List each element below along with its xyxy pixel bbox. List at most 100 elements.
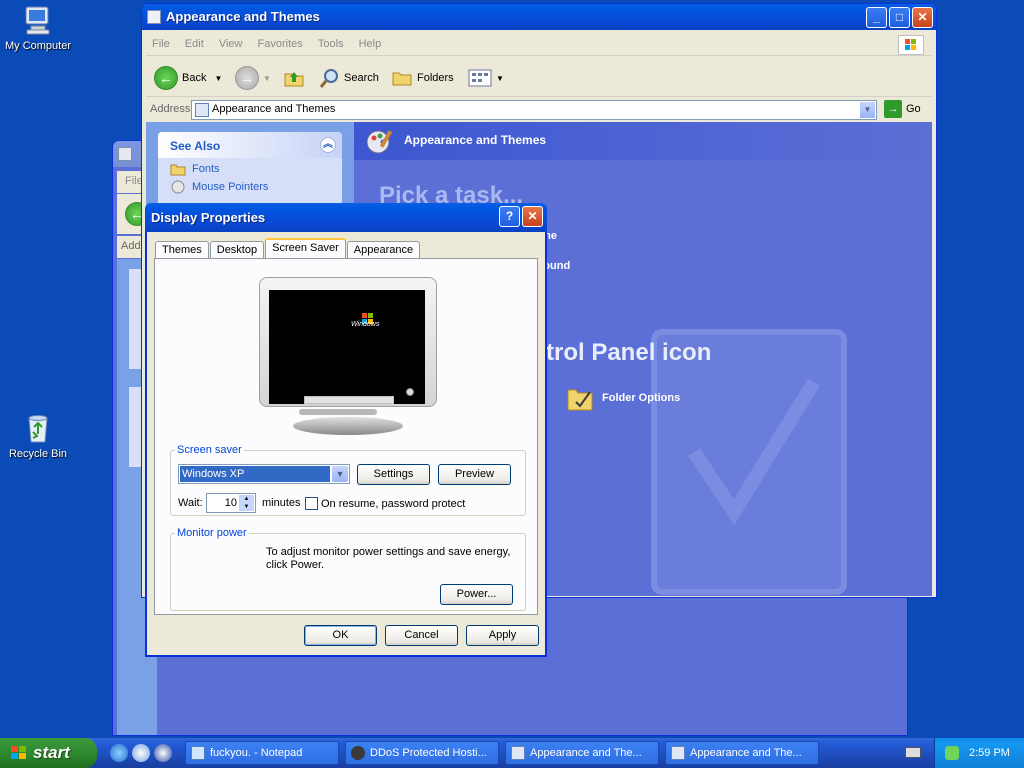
minimize-button[interactable]: _ — [866, 7, 887, 28]
password-protect-label: On resume, password protect — [321, 498, 466, 510]
display-properties-dialog[interactable]: Display Properties ? ✕ Themes Desktop Sc… — [145, 203, 547, 657]
taskbar-button-appearance-1[interactable]: Appearance and The... — [505, 741, 659, 765]
spin-up-icon[interactable]: ▲ — [239, 495, 254, 503]
task-label: Appearance and The... — [530, 747, 642, 759]
menu-tools[interactable]: Tools — [312, 34, 350, 54]
recycle-bin-icon — [22, 412, 54, 444]
outlook-express-icon[interactable] — [132, 744, 150, 762]
see-also-panel: See Also ︽ Fonts Mouse Pointers — [158, 132, 342, 204]
keyboard-icon[interactable] — [905, 747, 921, 758]
dropdown-arrow-icon: ▼ — [263, 73, 271, 83]
taskbar-button-notepad[interactable]: fuckyou. - Notepad — [185, 741, 339, 765]
go-label: Go — [906, 103, 921, 115]
back-label: Back — [182, 72, 207, 84]
forward-arrow-icon: → — [235, 66, 259, 90]
start-button[interactable]: start — [0, 738, 97, 768]
taskbar: start fuckyou. - Notepad DDoS Protected … — [0, 738, 1024, 768]
see-also-link-fonts[interactable]: Fonts — [158, 158, 342, 176]
back-button[interactable]: ← Back ▼ — [154, 65, 222, 91]
see-also-link-mouse-pointers[interactable]: Mouse Pointers — [158, 176, 342, 194]
dialog-title: Display Properties — [151, 210, 266, 225]
dropdown-arrow-icon: ▼ — [214, 73, 223, 83]
main-header: Appearance and Themes — [354, 122, 932, 160]
cancel-button[interactable]: Cancel — [385, 625, 458, 646]
control-panel-icon — [671, 746, 685, 760]
screen-saver-select[interactable]: Windows XP ▼ — [178, 464, 350, 484]
control-panel-icon — [511, 746, 525, 760]
browser-icon — [351, 746, 365, 760]
power-button[interactable]: Power... — [440, 584, 513, 605]
up-folder-icon — [284, 72, 304, 87]
screen-saver-selected: Windows XP — [180, 466, 330, 482]
search-button[interactable]: Search — [318, 65, 379, 91]
link-label: Fonts — [192, 163, 220, 175]
search-label: Search — [344, 72, 379, 84]
dialog-titlebar[interactable]: Display Properties ? ✕ — [145, 203, 547, 232]
minutes-label: minutes — [262, 497, 301, 509]
go-button[interactable]: → Go — [884, 100, 921, 118]
desktop-icon-my-computer[interactable]: My Computer — [0, 4, 76, 52]
spin-down-icon[interactable]: ▼ — [239, 503, 254, 511]
chevron-down-icon: ▼ — [332, 466, 348, 482]
address-value: Appearance and Themes — [212, 103, 336, 115]
internet-explorer-icon[interactable] — [110, 744, 128, 762]
my-computer-icon — [22, 4, 54, 36]
folders-button[interactable]: Folders — [391, 65, 454, 91]
password-protect-checkbox[interactable] — [305, 497, 318, 510]
folders-label: Folders — [417, 72, 454, 84]
monitor-preview: Windows — [259, 277, 437, 435]
mouse-icon — [171, 180, 185, 194]
desktop-icon-label: My Computer — [4, 40, 72, 52]
folder-icon — [147, 10, 161, 24]
power-led-icon — [406, 388, 414, 396]
menu-edit[interactable]: Edit — [179, 34, 210, 54]
close-button[interactable]: ✕ — [912, 7, 933, 28]
notepad-icon — [191, 746, 205, 760]
windows-logo-icon — [898, 35, 924, 55]
fonts-folder-icon — [170, 164, 186, 176]
maximize-button[interactable]: □ — [889, 7, 910, 28]
dropdown-arrow-icon: ▼ — [496, 73, 504, 83]
up-folder-button[interactable] — [282, 65, 306, 91]
monitor-power-text: To adjust monitor power settings and sav… — [266, 546, 511, 571]
task-label: fuckyou. - Notepad — [210, 747, 303, 759]
taskbar-button-appearance-2[interactable]: Appearance and The... — [665, 741, 819, 765]
ok-button[interactable]: OK — [304, 625, 377, 646]
taskbar-button-browser[interactable]: DDoS Protected Hosti... — [345, 741, 499, 765]
main-header-title: Appearance and Themes — [404, 133, 547, 147]
search-icon — [319, 69, 338, 88]
folder-options-link[interactable]: Folder Options — [566, 384, 680, 412]
tab-screen-saver[interactable]: Screen Saver — [265, 238, 346, 260]
settings-button[interactable]: Settings — [357, 464, 430, 485]
folder-icon — [118, 147, 132, 161]
explorer-titlebar[interactable]: Appearance and Themes _ □ ✕ — [142, 4, 936, 30]
task-label: DDoS Protected Hosti... — [370, 747, 487, 759]
address-dropdown-button[interactable]: ▼ — [860, 102, 875, 118]
back-arrow-icon: ← — [154, 66, 178, 90]
collapse-chevron-icon[interactable]: ︽ — [320, 137, 336, 153]
apply-button[interactable]: Apply — [466, 625, 539, 646]
views-button[interactable]: ▼ — [468, 65, 504, 91]
address-field[interactable]: Appearance and Themes ▼ — [191, 100, 877, 120]
menu-file[interactable]: File — [146, 34, 176, 54]
menu-favorites[interactable]: Favorites — [252, 34, 309, 54]
network-icon[interactable] — [945, 746, 959, 760]
link-label: Mouse Pointers — [192, 181, 269, 193]
close-button[interactable]: ✕ — [522, 206, 543, 227]
help-button[interactable]: ? — [499, 206, 520, 227]
system-tray: 2:59 PM — [934, 738, 1024, 768]
clock[interactable]: 2:59 PM — [969, 747, 1010, 759]
monitor-power-group-label: Monitor power — [177, 527, 247, 539]
menu-view[interactable]: View — [213, 34, 249, 54]
preview-button[interactable]: Preview — [438, 464, 511, 485]
see-also-header[interactable]: See Also ︽ — [158, 132, 342, 158]
start-label: start — [33, 743, 70, 762]
wait-minutes-stepper[interactable]: 10 ▲ ▼ — [206, 493, 256, 513]
screen-saver-group-label: Screen saver — [177, 444, 242, 456]
screen-saver-tab-panel: Windows Screen saver Windows XP ▼ Settin… — [154, 258, 538, 615]
media-player-icon[interactable] — [154, 744, 172, 762]
see-also-title: See Also — [170, 139, 221, 153]
forward-button[interactable]: → ▼ — [235, 65, 271, 91]
menu-help[interactable]: Help — [353, 34, 388, 54]
desktop-icon-recycle-bin[interactable]: Recycle Bin — [0, 412, 76, 460]
